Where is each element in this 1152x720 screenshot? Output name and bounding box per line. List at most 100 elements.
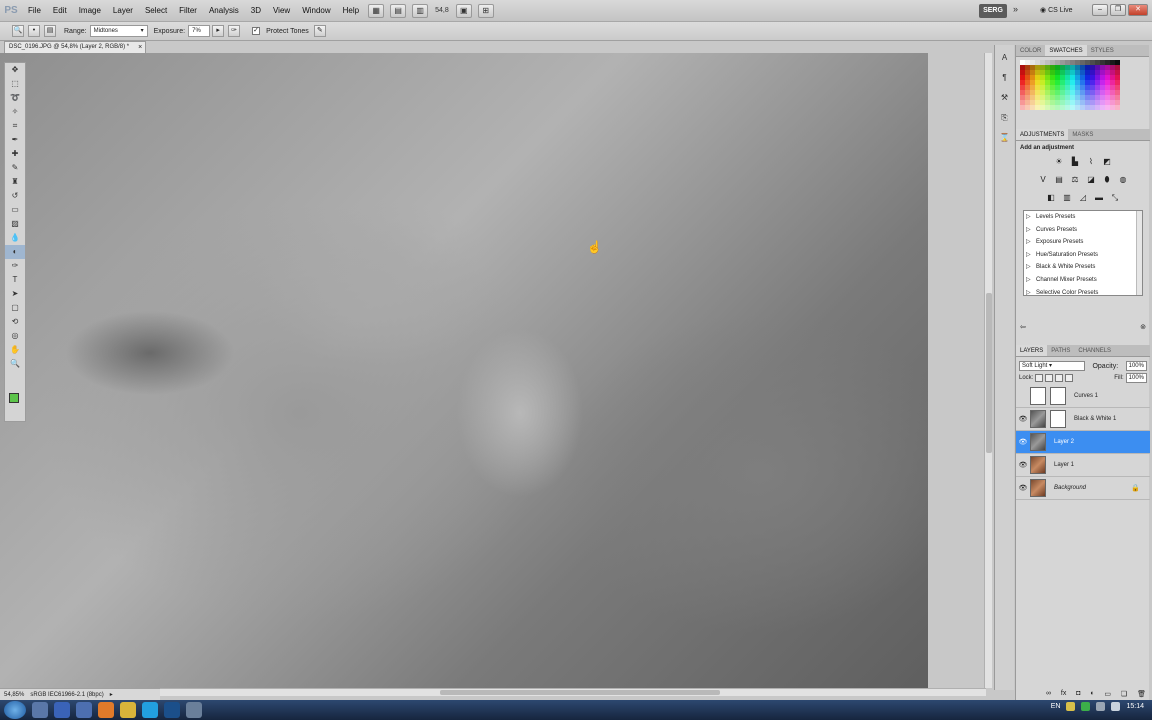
- app-icon[interactable]: [120, 702, 136, 718]
- zoom-tool-icon[interactable]: 🔍: [5, 357, 25, 371]
- preset-hue-saturation[interactable]: Hue/Saturation Presets: [1024, 249, 1142, 262]
- mini-bridge-icon[interactable]: ▤: [390, 3, 407, 18]
- volume-icon[interactable]: [1111, 702, 1121, 711]
- vertical-scroll-thumb[interactable]: [986, 293, 992, 453]
- start-button[interactable]: [4, 701, 26, 719]
- menu-file[interactable]: File: [22, 0, 47, 22]
- app-icon[interactable]: [186, 702, 202, 718]
- skype-icon[interactable]: [142, 702, 158, 718]
- workspace-button[interactable]: SERG: [979, 4, 1007, 18]
- quick-selection-tool-icon[interactable]: ✧: [5, 105, 25, 119]
- language-indicator[interactable]: EN: [1051, 703, 1061, 710]
- exposure-icon[interactable]: ◩: [1101, 156, 1113, 168]
- protect-tones-checkbox[interactable]: ✓: [252, 27, 261, 35]
- tray-status-icon[interactable]: [1081, 702, 1091, 711]
- curves-icon[interactable]: ⌇: [1085, 156, 1097, 168]
- layer-row-black-white[interactable]: 👁 Black & White 1: [1016, 408, 1150, 431]
- eyedropper-tool-icon[interactable]: ✒: [5, 133, 25, 147]
- 3d-rotate-tool-icon[interactable]: ⟲: [5, 315, 25, 329]
- document-tab[interactable]: DSC_0196.JPG @ 54,8% (Layer 2, RGB/8) * …: [4, 41, 147, 53]
- swatch-grid[interactable]: [1020, 60, 1145, 110]
- eye-icon[interactable]: 👁: [1016, 438, 1030, 446]
- photoshop-taskbar-icon[interactable]: [164, 702, 180, 718]
- layer-row-curves[interactable]: Curves 1: [1016, 385, 1150, 408]
- preset-exposure[interactable]: Exposure Presets: [1024, 236, 1142, 249]
- blend-mode-select[interactable]: Soft Light ▾: [1019, 361, 1085, 371]
- type-tool-icon[interactable]: T: [5, 273, 25, 287]
- layer-style-icon[interactable]: fx: [1061, 690, 1066, 698]
- cs-live-menu[interactable]: ◉ CS Live: [1040, 4, 1073, 18]
- menu-select[interactable]: Select: [139, 0, 173, 22]
- photo-filter-icon[interactable]: ⬮: [1101, 174, 1113, 186]
- eraser-tool-icon[interactable]: ▭: [5, 203, 25, 217]
- delete-layer-icon[interactable]: 🗑: [1137, 690, 1146, 698]
- layer-row-background[interactable]: 👁 Background 🔒: [1016, 477, 1150, 500]
- preset-selective-color[interactable]: Selective Color Presets: [1024, 287, 1142, 300]
- menu-filter[interactable]: Filter: [173, 0, 203, 22]
- preset-levels[interactable]: Levels Presets: [1024, 211, 1142, 224]
- menu-analysis[interactable]: Analysis: [203, 0, 245, 22]
- hand-tool-icon[interactable]: ✋: [5, 343, 25, 357]
- new-layer-icon[interactable]: ❏: [1121, 690, 1127, 698]
- tab-channels[interactable]: CHANNELS: [1074, 345, 1115, 356]
- menu-image[interactable]: Image: [73, 0, 107, 22]
- exposure-slider-icon[interactable]: ▸: [212, 25, 225, 37]
- clip-icon[interactable]: ⊚: [1140, 323, 1146, 333]
- presets-scrollbar[interactable]: [1136, 211, 1142, 295]
- show-desktop-icon[interactable]: [32, 702, 48, 718]
- arrange-documents-icon[interactable]: ▣: [455, 3, 472, 18]
- vertical-scrollbar[interactable]: [984, 53, 992, 688]
- status-menu-icon[interactable]: ▸: [110, 691, 113, 698]
- restore-icon[interactable]: ❐: [1110, 4, 1126, 16]
- network-icon[interactable]: [1096, 702, 1106, 711]
- preset-channel-mixer[interactable]: Channel Mixer Presets: [1024, 274, 1142, 287]
- brush-tool-icon[interactable]: ✎: [5, 161, 25, 175]
- menu-layer[interactable]: Layer: [107, 0, 139, 22]
- posterize-icon[interactable]: ▥: [1061, 192, 1073, 204]
- gradient-map-icon[interactable]: ▬: [1093, 192, 1105, 204]
- dodge-tool-icon[interactable]: 🔍: [12, 25, 24, 37]
- crop-tool-icon[interactable]: ⌗: [5, 119, 25, 133]
- menu-3d[interactable]: 3D: [245, 0, 267, 22]
- eye-icon[interactable]: 👁: [1016, 415, 1030, 423]
- marquee-tool-icon[interactable]: ⬚: [5, 77, 25, 91]
- path-selection-tool-icon[interactable]: ➤: [5, 287, 25, 301]
- eye-icon[interactable]: 👁: [1016, 484, 1030, 492]
- zoom-level[interactable]: 54,8: [435, 7, 449, 14]
- media-icon[interactable]: [76, 702, 92, 718]
- lock-position-icon[interactable]: [1055, 374, 1064, 382]
- menu-edit[interactable]: Edit: [47, 0, 73, 22]
- tab-masks[interactable]: MASKS: [1068, 129, 1097, 140]
- history-brush-tool-icon[interactable]: ↺: [5, 189, 25, 203]
- invert-icon[interactable]: ◧: [1045, 192, 1057, 204]
- link-layers-icon[interactable]: ∞: [1046, 690, 1051, 698]
- tablet-pressure-icon[interactable]: ✎: [313, 25, 326, 37]
- selective-color-icon[interactable]: ⤡: [1109, 192, 1121, 204]
- horizontal-scroll-thumb[interactable]: [440, 690, 720, 695]
- clone-source-icon[interactable]: ⎘: [998, 111, 1012, 125]
- add-mask-icon[interactable]: ◘: [1076, 690, 1080, 698]
- vibrance-icon[interactable]: V: [1037, 174, 1049, 186]
- lock-all-icon[interactable]: [1065, 374, 1074, 382]
- screen-mode-icon[interactable]: ⊞: [477, 3, 494, 18]
- swatch[interactable]: [1115, 105, 1120, 110]
- airbrush-icon[interactable]: ✑: [228, 25, 241, 37]
- mask-thumbnail[interactable]: [1050, 410, 1066, 428]
- dodge-tool-icon[interactable]: ◐: [5, 245, 25, 259]
- mask-thumbnail[interactable]: [1050, 387, 1066, 405]
- fill-field[interactable]: 100%: [1125, 373, 1147, 383]
- tab-swatches[interactable]: SWATCHES: [1045, 45, 1087, 56]
- levels-icon[interactable]: ▙: [1069, 156, 1081, 168]
- tab-color[interactable]: COLOR: [1016, 45, 1045, 56]
- brightness-contrast-icon[interactable]: ☀: [1053, 156, 1065, 168]
- tab-paths[interactable]: PATHS: [1047, 345, 1074, 356]
- hue-saturation-icon[interactable]: ▤: [1053, 174, 1065, 186]
- close-icon[interactable]: ×: [138, 42, 142, 53]
- tab-adjustments[interactable]: ADJUSTMENTS: [1016, 129, 1069, 140]
- menu-view[interactable]: View: [267, 0, 296, 22]
- preset-black-white[interactable]: Black & White Presets: [1024, 261, 1142, 274]
- menu-window[interactable]: Window: [296, 0, 336, 22]
- layer-row-layer-2[interactable]: 👁 Layer 2: [1016, 431, 1150, 454]
- firefox-icon[interactable]: [98, 702, 114, 718]
- channel-mixer-icon[interactable]: ◍: [1117, 174, 1129, 186]
